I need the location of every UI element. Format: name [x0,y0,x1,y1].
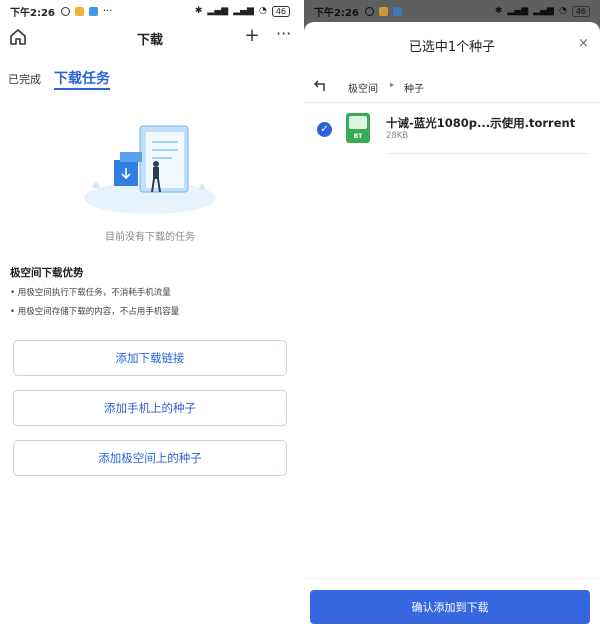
signal-icon: ▂▄▆ [207,6,229,16]
wifi-icon: ◔ [558,6,567,16]
advantage-item: • 用极空间存储下载的内容，不占用手机容量 [10,307,180,317]
more-icon[interactable]: ··· [276,24,291,43]
file-list-item[interactable]: ✓ BT 十诫-蓝光1080p...示使用.torrent 28KB [304,112,600,154]
top-bar: 下载 + ··· [0,22,300,52]
advantage-item: • 用极空间执行下载任务，不消耗手机流量 [10,288,171,298]
add-phone-torrent-button[interactable]: 添加手机上的种子 [13,390,287,426]
checkbox-checked-icon[interactable]: ✓ [317,122,332,137]
empty-state-illustration [84,125,216,214]
status-time: 下午2:26 [10,7,55,19]
confirm-add-button[interactable]: 确认添加到下载 [310,590,590,624]
torrent-picker-screen: 下午2:26 ✱ ▂▄▆ ▂▄▆ ◔ 46 已选中1个种子 × 极空间 ▸ 种子… [304,0,600,638]
status-bar: 下午2:26 ✱ ▂▄▆ ▂▄▆ ◔ 46 [304,0,600,22]
divider [304,578,600,579]
app-icon [392,6,402,16]
signal-icon: ▂▄▆ [507,6,529,16]
message-icon [74,6,84,16]
bottom-sheet: 已选中1个种子 × 极空间 ▸ 种子 ✓ BT 十诫-蓝光1080p...示使用… [304,22,600,638]
signal-icon-2: ▂▄▆ [533,6,554,16]
advantages-title: 极空间下载优势 [10,267,84,279]
file-size: 28KB [386,131,409,141]
wifi-icon: ◔ [258,6,267,16]
breadcrumb-separator: ▸ [390,80,395,89]
downloads-screen: 下午2:26 ··· ✱ ▂▄▆ ▂▄▆ ◔ 46 下载 + ··· 已完成 下… [0,0,300,638]
alarm-icon [364,6,374,16]
bluetooth-icon: ✱ [194,6,203,16]
add-download-link-button[interactable]: 添加下载链接 [13,340,287,376]
empty-state-text: 目前没有下载的任务 [105,232,195,243]
alarm-icon [60,6,70,16]
tab-completed[interactable]: 已完成 [8,71,41,87]
more-dots-icon: ··· [102,5,113,17]
battery-icon: 46 [571,5,590,17]
status-time: 下午2:26 [314,7,359,19]
close-icon[interactable]: × [578,36,589,51]
tab-bar: 已完成 下载任务 [8,66,300,94]
message-icon [378,6,388,16]
battery-icon: 46 [271,5,290,17]
tab-active-indicator [54,88,110,90]
breadcrumb-root[interactable]: 极空间 [348,80,378,95]
sheet-title: 已选中1个种子 [408,40,496,55]
file-name: 十诫-蓝光1080p...示使用.torrent [386,116,576,130]
add-icon[interactable]: + [244,25,260,46]
signal-icon-2: ▂▄▆ [233,6,254,16]
tab-download-tasks[interactable]: 下载任务 [54,68,110,88]
breadcrumb-current: 种子 [404,84,424,95]
bt-label: BT [353,133,363,140]
breadcrumb: 极空间 ▸ 种子 [304,72,600,100]
bluetooth-icon: ✱ [494,6,503,16]
back-arrow-icon[interactable] [312,78,326,92]
bt-file-icon: BT [346,113,370,143]
status-bar: 下午2:26 ··· ✱ ▂▄▆ ▂▄▆ ◔ 46 [0,0,300,22]
divider [386,153,590,154]
divider [304,102,600,103]
app-icon [88,6,98,16]
add-space-torrent-button[interactable]: 添加极空间上的种子 [13,440,287,476]
